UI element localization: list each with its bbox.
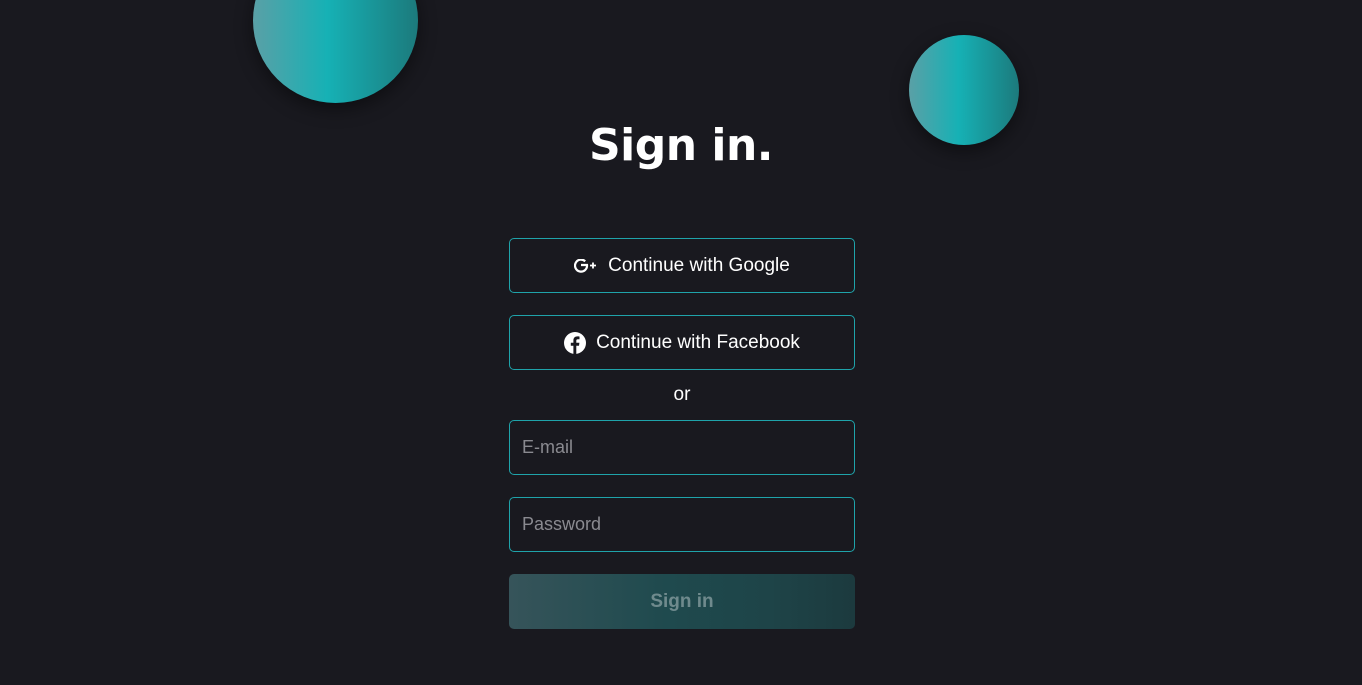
or-divider: or (673, 384, 691, 405)
sign-in-button[interactable]: Sign in (509, 574, 855, 629)
sign-in-form: Continue with Google Continue with Faceb… (509, 238, 855, 629)
password-field[interactable] (509, 497, 855, 552)
page-title: Sign in. (588, 120, 774, 171)
decorative-orb-left (253, 0, 418, 103)
google-sign-in-button[interactable]: Continue with Google (509, 238, 855, 293)
email-field[interactable] (509, 420, 855, 475)
facebook-icon (564, 331, 587, 354)
facebook-button-label: Continue with Facebook (596, 331, 800, 353)
google-button-label: Continue with Google (608, 254, 790, 276)
sign-in-page: Sign in. Continue with Google Continue w… (0, 0, 1362, 685)
facebook-sign-in-button[interactable]: Continue with Facebook (509, 315, 855, 370)
google-plus-icon (574, 258, 598, 273)
